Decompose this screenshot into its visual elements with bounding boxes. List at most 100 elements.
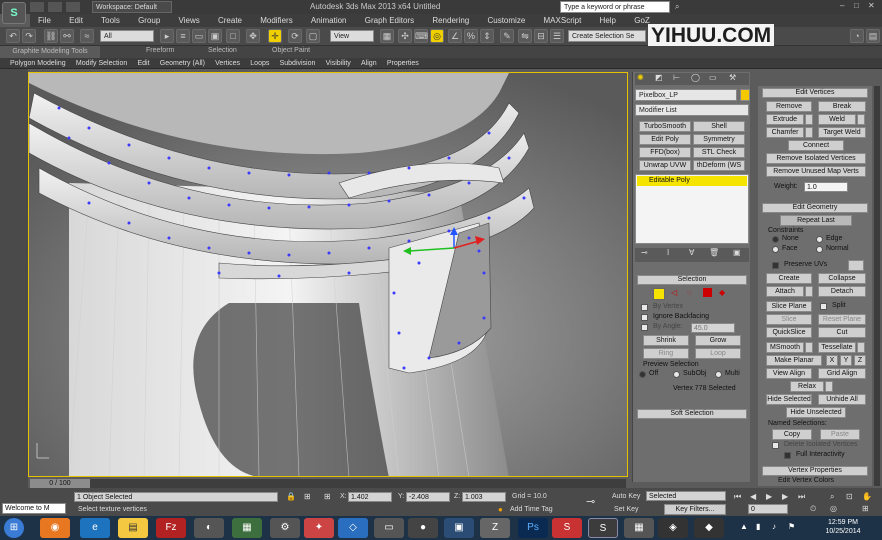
edit-geometry-rollout-header[interactable]: Edit Geometry: [762, 203, 868, 213]
key-icon[interactable]: ⊸: [586, 495, 595, 508]
ribbon-geometry[interactable]: Geometry (All): [156, 58, 209, 69]
goto-start-icon[interactable]: ⏮: [734, 492, 741, 502]
selection-filter-dropdown[interactable]: All: [100, 30, 154, 42]
move-icon[interactable]: ✛: [268, 29, 282, 43]
full-interactivity-checkbox[interactable]: [784, 452, 791, 459]
grow-button[interactable]: Grow: [695, 335, 741, 346]
taskbar-capture-icon[interactable]: S: [552, 518, 582, 538]
orbit-icon[interactable]: ◎: [830, 504, 837, 513]
stack-item-editable-poly[interactable]: Editable Poly: [637, 176, 747, 186]
split-checkbox[interactable]: [820, 303, 827, 310]
scale-icon[interactable]: ▢: [306, 29, 320, 43]
repeat-last-button[interactable]: Repeat Last: [780, 215, 852, 226]
taskbar-monitor-icon[interactable]: ▣: [444, 518, 474, 538]
mirror-icon[interactable]: ⇋: [518, 29, 532, 43]
reset-plane-button[interactable]: Reset Plane: [818, 314, 866, 325]
taskbar-app-icon[interactable]: ◐: [194, 518, 224, 538]
taskbar-grid-icon[interactable]: ▦: [624, 518, 654, 538]
taskbar-explorer-icon[interactable]: ▤: [118, 518, 148, 538]
edit-named-selection-icon[interactable]: ✎: [500, 29, 514, 43]
extrude-button[interactable]: Extrude: [766, 114, 804, 125]
ribbon-properties[interactable]: Properties: [383, 58, 423, 69]
menu-graph-editors[interactable]: Graph Editors: [357, 14, 422, 27]
chamfer-settings-button[interactable]: [805, 127, 813, 138]
quick-access-save-icon[interactable]: [66, 2, 80, 12]
motion-tab-icon[interactable]: ◯: [691, 73, 700, 82]
edit-poly-button[interactable]: Edit Poly: [639, 134, 691, 145]
turbosmooth-button[interactable]: TurboSmooth: [639, 121, 691, 132]
remove-button[interactable]: Remove: [766, 101, 812, 112]
object-color-swatch[interactable]: [740, 89, 750, 101]
time-tag-icon[interactable]: ●: [498, 505, 503, 514]
tab-freeform[interactable]: Freeform: [146, 47, 174, 54]
key-filters-button[interactable]: Key Filters...: [664, 504, 726, 515]
display-tab-icon[interactable]: ▭: [709, 73, 717, 82]
menu-group[interactable]: Group: [130, 14, 168, 27]
chamfer-button[interactable]: Chamfer: [766, 127, 804, 138]
quickslice-button[interactable]: QuickSlice: [766, 327, 812, 338]
tessellate-settings-button[interactable]: [857, 342, 865, 353]
border-mode-icon[interactable]: ◌: [687, 288, 692, 297]
z-coordinate-field[interactable]: 1.003: [462, 492, 506, 502]
y-coordinate-field[interactable]: -2.408: [406, 492, 450, 502]
attach-settings-button[interactable]: [805, 286, 813, 297]
polygon-mode-icon[interactable]: [703, 288, 712, 297]
connect-button[interactable]: Connect: [788, 140, 844, 151]
planar-z-button[interactable]: Z: [854, 355, 866, 366]
search-icon[interactable]: ⌕: [675, 2, 679, 12]
paste-button[interactable]: Paste: [820, 429, 860, 440]
selection-rollout-header[interactable]: Selection: [637, 275, 747, 285]
menu-help[interactable]: Help: [592, 14, 624, 27]
taskbar-media-icon[interactable]: ◈: [658, 518, 688, 538]
msmooth-settings-button[interactable]: [805, 342, 813, 353]
select-move-icon[interactable]: ✥: [246, 29, 260, 43]
ribbon-modify-selection[interactable]: Modify Selection: [72, 58, 131, 69]
weld-settings-button[interactable]: [857, 114, 865, 125]
taskbar-cmd-icon[interactable]: ▭: [374, 518, 404, 538]
percent-snap-icon[interactable]: %: [464, 29, 478, 43]
hierarchy-tab-icon[interactable]: ⊢: [673, 73, 680, 82]
absolute-mode-icon[interactable]: ⊞: [304, 492, 311, 501]
menu-customize[interactable]: Customize: [479, 14, 533, 27]
unhide-all-button[interactable]: Unhide All: [818, 394, 866, 405]
taskbar-record-icon[interactable]: ●: [408, 518, 438, 538]
keyboard-shortcut-icon[interactable]: ⌨: [414, 29, 428, 43]
named-selection-sets-dropdown[interactable]: Create Selection Se: [568, 30, 646, 42]
ribbon-loops[interactable]: Loops: [246, 58, 273, 69]
detach-button[interactable]: Detach: [818, 286, 866, 297]
menu-animation[interactable]: Animation: [303, 14, 355, 27]
maximize-viewport-icon[interactable]: ⊞: [862, 504, 869, 513]
view-align-button[interactable]: View Align: [766, 368, 812, 379]
taskbar-filezilla-icon[interactable]: Fz: [156, 518, 186, 538]
vertex-properties-rollout-header[interactable]: Vertex Properties: [762, 466, 868, 476]
ribbon-align[interactable]: Align: [357, 58, 381, 69]
undo-icon[interactable]: ↶: [6, 29, 20, 43]
taskbar-3dsmax-icon[interactable]: S: [588, 518, 618, 538]
ribbon-edit[interactable]: Edit: [133, 58, 153, 69]
thdeform-button[interactable]: thDeform (WS: [693, 160, 745, 171]
current-frame-field[interactable]: 0: [748, 504, 788, 514]
symmetry-button[interactable]: Symmetry: [693, 134, 745, 145]
pin-stack-icon[interactable]: ⊸: [641, 248, 648, 257]
previous-frame-icon[interactable]: ◀: [750, 492, 756, 501]
grid-align-button[interactable]: Grid Align: [818, 368, 866, 379]
quick-access-new-icon[interactable]: [30, 2, 44, 12]
taskbar-zbrush-icon[interactable]: Z: [480, 518, 510, 538]
taskbar-gallery-icon[interactable]: ▦: [232, 518, 262, 538]
constraint-none-radio[interactable]: [772, 236, 779, 243]
maximize-icon[interactable]: □: [854, 1, 866, 11]
object-name-field[interactable]: Pixelbox_LP: [635, 89, 737, 101]
taskbar-photoshop-icon[interactable]: Ps: [518, 518, 548, 538]
layer-manager-icon[interactable]: ☰: [550, 29, 564, 43]
soft-selection-rollout-header[interactable]: Soft Selection: [637, 409, 747, 419]
link-icon[interactable]: ⛓: [44, 29, 58, 43]
copy-button[interactable]: Copy: [772, 429, 812, 440]
reference-coordinate-dropdown[interactable]: View: [330, 30, 374, 42]
preview-multi-radio[interactable]: [715, 371, 722, 378]
tab-selection[interactable]: Selection: [208, 47, 237, 54]
menu-tools[interactable]: Tools: [93, 14, 128, 27]
select-object-icon[interactable]: ▸: [160, 29, 174, 43]
app-logo-icon[interactable]: S: [2, 2, 26, 24]
menu-file[interactable]: File: [30, 14, 59, 27]
time-slider-thumb[interactable]: 0 / 100: [30, 479, 90, 488]
